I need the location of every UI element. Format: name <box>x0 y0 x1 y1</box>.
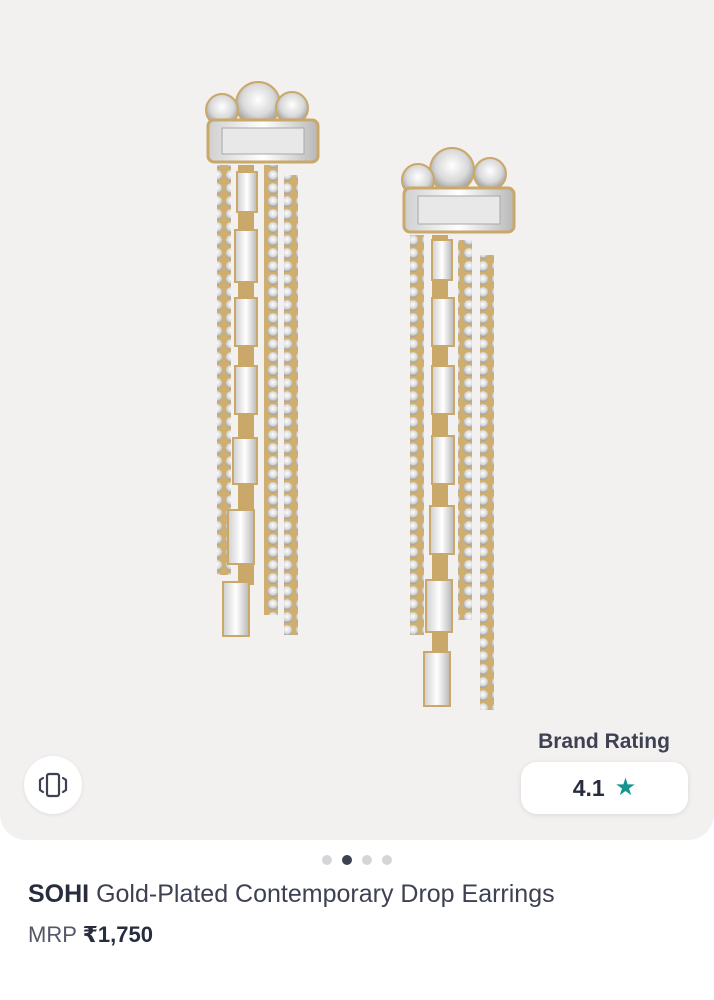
product-price: MRP ₹1,750 <box>28 918 153 952</box>
product-image-gallery[interactable]: Brand Rating 4.1 ★ <box>0 0 714 840</box>
view-similar-icon <box>38 772 68 798</box>
left-earring <box>205 81 320 637</box>
product-image[interactable] <box>0 0 714 840</box>
product-brand: SOHI <box>28 880 90 908</box>
product-title: SOHI Gold-Plated Contemporary Drop Earri… <box>28 876 698 912</box>
price-value: ₹1,750 <box>82 922 153 947</box>
pagination-dot[interactable] <box>322 855 332 865</box>
rating-value: 4.1 <box>572 774 605 801</box>
image-pagination-dots <box>0 855 714 865</box>
view-similar-button[interactable] <box>24 756 82 814</box>
brand-rating-title: Brand Rating <box>538 730 670 753</box>
pagination-dot[interactable] <box>382 855 392 865</box>
product-name: Gold-Plated Contemporary Drop Earrings <box>96 880 555 908</box>
star-icon: ★ <box>614 774 637 801</box>
mrp-label: MRP <box>28 922 77 947</box>
right-earring <box>401 147 516 710</box>
pagination-dot[interactable] <box>362 855 372 865</box>
brand-rating-badge[interactable]: 4.1 ★ <box>521 762 688 814</box>
pagination-dot-active[interactable] <box>342 855 352 865</box>
